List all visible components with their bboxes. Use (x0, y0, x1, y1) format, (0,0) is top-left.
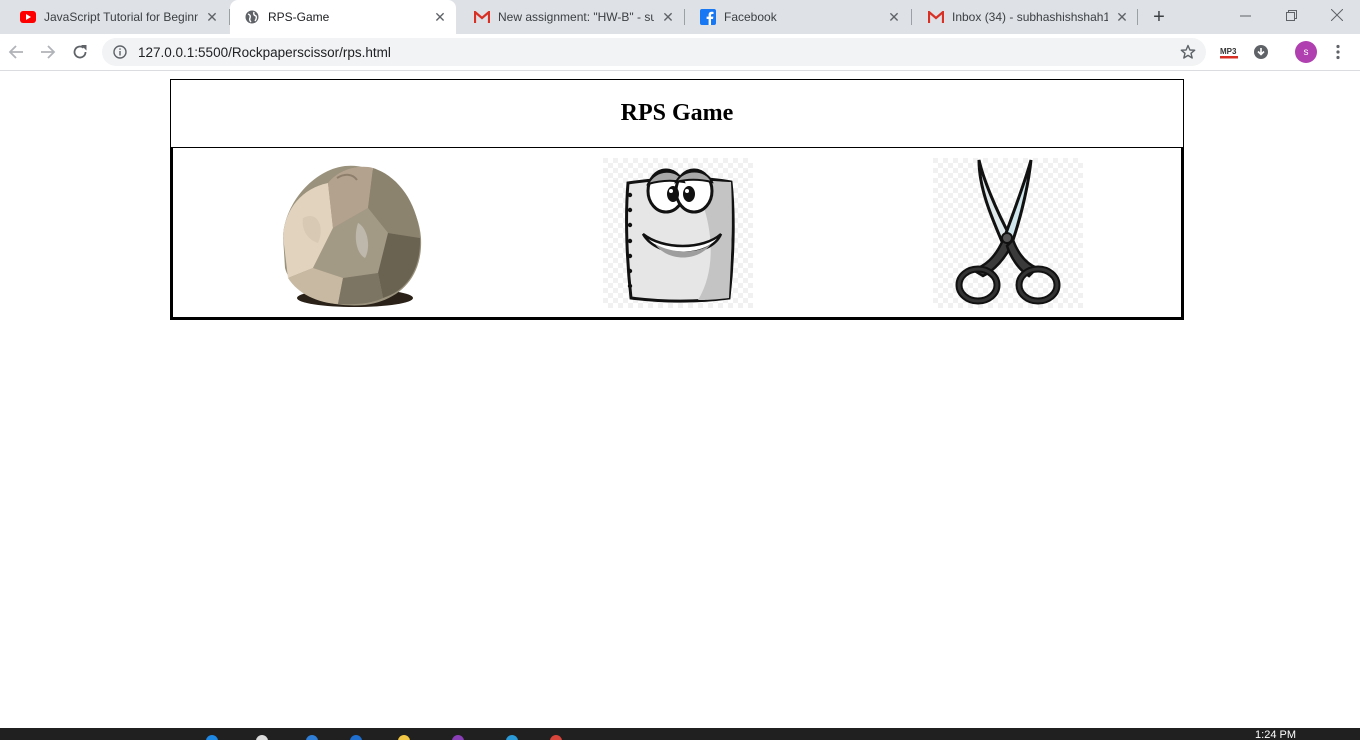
tab-separator (1137, 9, 1138, 25)
tab-rps-game[interactable]: RPS-Game ✕ (230, 0, 456, 34)
tab-title: New assignment: "HW-B" - suc (498, 10, 654, 24)
new-tab-button[interactable]: + (1148, 6, 1170, 28)
tab-separator (684, 9, 685, 25)
rock-image[interactable] (273, 158, 423, 308)
tab-inbox[interactable]: Inbox (34) - subhashishshah11 ✕ (914, 0, 1138, 34)
store-icon[interactable] (306, 735, 318, 740)
close-icon[interactable]: ✕ (660, 9, 676, 25)
page-content: RPS Game (0, 71, 1360, 728)
back-button[interactable] (2, 38, 30, 66)
paper-image[interactable] (603, 158, 753, 308)
folder-icon[interactable] (398, 735, 410, 740)
rps-game-container: RPS Game (170, 79, 1184, 320)
close-icon[interactable]: ✕ (204, 9, 220, 25)
tab-title: Facebook (724, 10, 777, 24)
youtube-icon (20, 9, 36, 25)
gmail-icon (928, 9, 944, 25)
gmail-icon (474, 9, 490, 25)
info-icon[interactable] (112, 44, 128, 60)
page-title: RPS Game (620, 100, 734, 126)
taskbar-clock[interactable]: 1:24 PM (1255, 730, 1296, 740)
menu-kebab-icon[interactable] (1324, 38, 1352, 66)
tab-title: RPS-Game (268, 10, 330, 24)
edge-icon[interactable] (206, 735, 218, 740)
game-header: RPS Game (171, 80, 1183, 148)
address-bar[interactable]: 127.0.0.1:5500/Rockpaperscissor/rps.html (102, 38, 1206, 66)
app-icon[interactable] (452, 735, 464, 740)
choices-row (171, 147, 1183, 319)
close-window-button[interactable] (1314, 0, 1360, 30)
app-icon[interactable] (506, 735, 518, 740)
tab-facebook[interactable]: Facebook ✕ (686, 0, 910, 34)
tab-title: JavaScript Tutorial for Beginne (44, 10, 198, 24)
tab-new-assignment[interactable]: New assignment: "HW-B" - suc ✕ (460, 0, 684, 34)
avatar: s (1295, 41, 1317, 63)
extension-label: MP3 (1220, 47, 1237, 56)
browser-toolbar: 127.0.0.1:5500/Rockpaperscissor/rps.html… (0, 34, 1360, 71)
close-icon[interactable]: ✕ (1114, 9, 1130, 25)
tab-separator (911, 9, 912, 25)
vscode-icon[interactable] (350, 735, 362, 740)
globe-icon (244, 9, 260, 25)
tab-strip: JavaScript Tutorial for Beginne ✕ RPS-Ga… (0, 0, 1360, 34)
forward-button[interactable] (34, 38, 62, 66)
tab-javascript-tutorial[interactable]: JavaScript Tutorial for Beginne ✕ (6, 0, 228, 34)
mp3-extension-icon[interactable]: MP3 (1215, 38, 1243, 66)
scissors-image[interactable] (933, 158, 1083, 308)
close-icon[interactable]: ✕ (886, 9, 902, 25)
facebook-icon (700, 9, 716, 25)
restore-button[interactable] (1268, 0, 1314, 30)
profile-button[interactable]: s (1292, 38, 1320, 66)
reload-button[interactable] (66, 38, 94, 66)
bookmark-star-icon[interactable] (1174, 38, 1202, 66)
app-icon[interactable] (550, 735, 562, 740)
download-icon[interactable] (1247, 38, 1275, 66)
chrome-icon[interactable] (256, 735, 268, 740)
minimize-button[interactable] (1222, 0, 1268, 30)
url-text[interactable]: 127.0.0.1:5500/Rockpaperscissor/rps.html (138, 45, 1174, 60)
windows-taskbar: 1:24 PM (0, 728, 1360, 740)
close-icon[interactable]: ✕ (432, 9, 448, 25)
tab-title: Inbox (34) - subhashishshah11 (952, 10, 1108, 24)
